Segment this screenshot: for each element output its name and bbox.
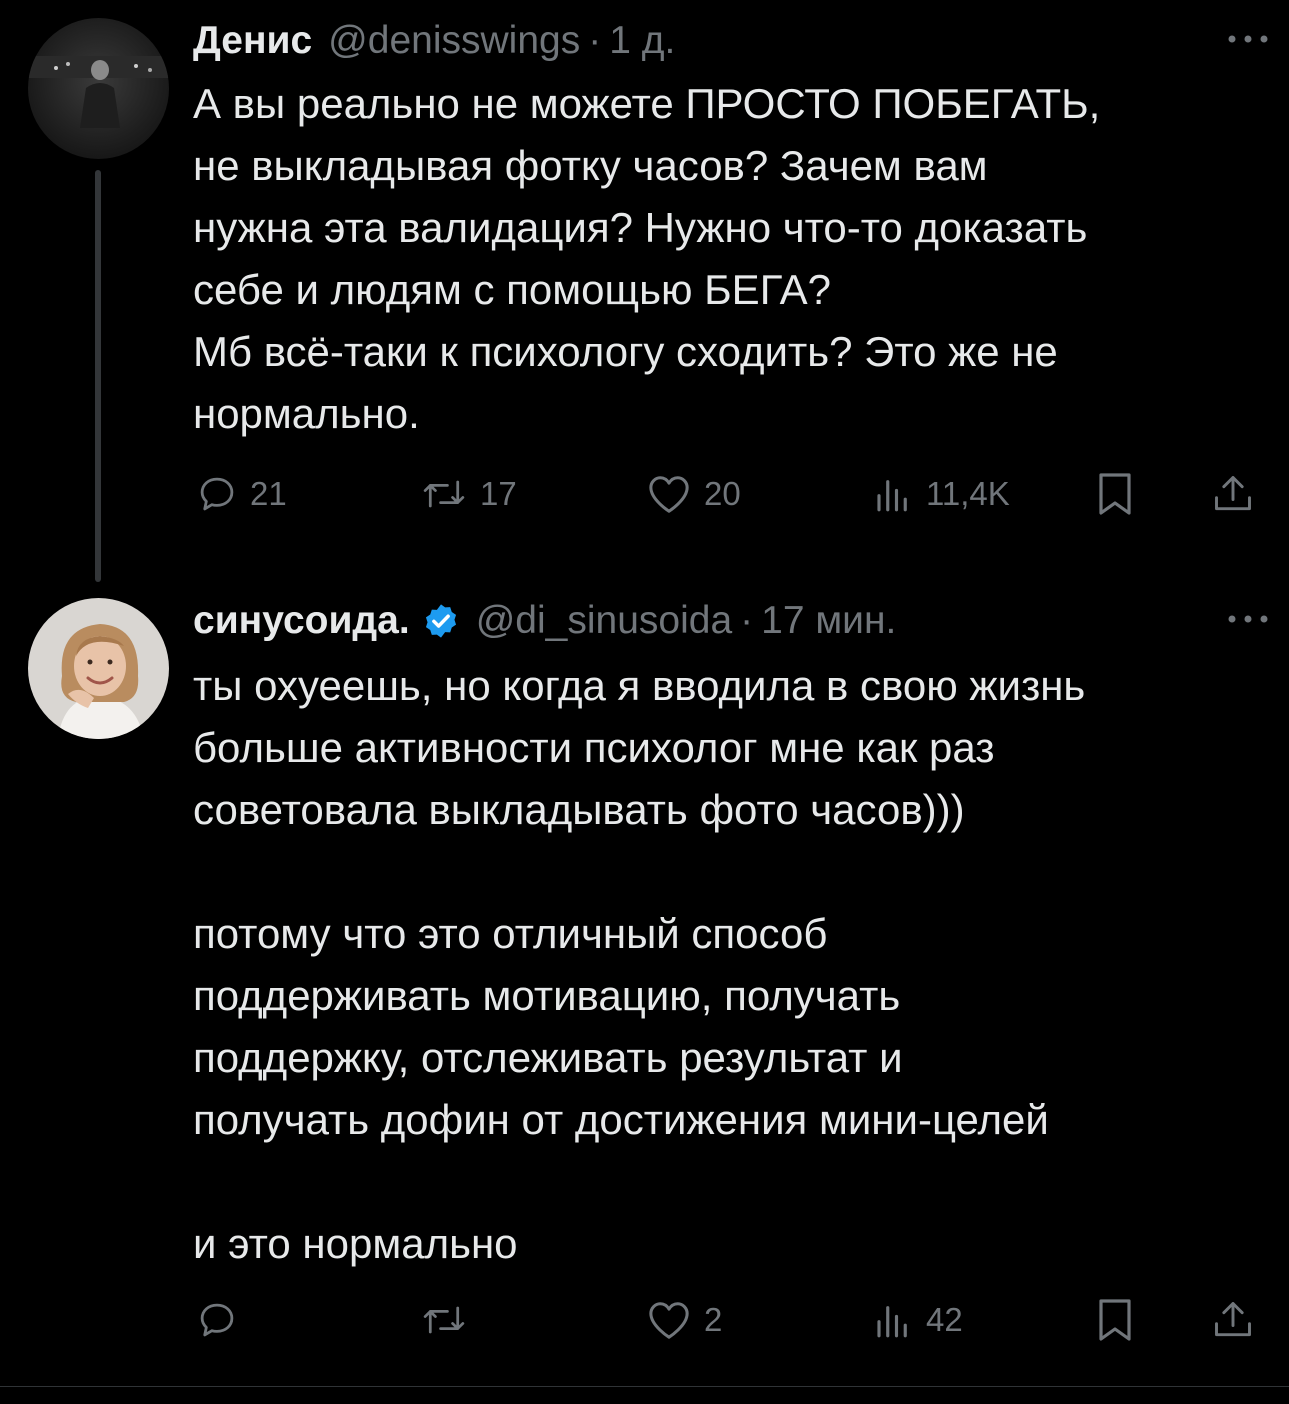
action-bar: 21 17 20 11,4K (196, 467, 1261, 521)
separator: · (740, 599, 754, 642)
views-count: 11,4K (926, 475, 1010, 512)
separator: · (588, 19, 602, 62)
share-button[interactable] (1211, 467, 1255, 521)
repost-button[interactable] (420, 1293, 480, 1347)
like-icon (649, 1302, 689, 1339)
tweet-header: синусоида. @di_sinusoida · 17 мин. (193, 596, 896, 646)
views-button[interactable]: 42 (872, 1293, 963, 1347)
repost-count: 17 (480, 475, 517, 512)
more-icon[interactable] (1225, 609, 1271, 629)
timestamp[interactable]: 17 мин. (761, 596, 896, 646)
avatar-denis[interactable] (28, 18, 169, 159)
tweet-reply[interactable]: синусоида. @di_sinusoida · 17 мин. ты ох… (0, 590, 1289, 1386)
reply-button[interactable]: 21 (196, 467, 287, 521)
reply-icon (200, 477, 234, 511)
action-bar: 2 42 (196, 1293, 1261, 1347)
reply-button[interactable] (196, 1293, 250, 1347)
tweet-text: ты охуеешь, но когда я вводила в свою жи… (193, 662, 1086, 1267)
handle[interactable]: @di_sinusoida (476, 596, 732, 646)
like-button[interactable]: 20 (646, 467, 741, 521)
bookmark-button[interactable] (1094, 1293, 1136, 1347)
like-count: 20 (704, 475, 741, 512)
like-icon (649, 476, 689, 513)
like-button[interactable]: 2 (646, 1293, 722, 1347)
share-button[interactable] (1211, 1293, 1255, 1347)
tweet-parent[interactable]: Денис @denisswings · 1 д. А вы реально н… (0, 0, 1289, 590)
views-button[interactable]: 11,4K (872, 467, 1010, 521)
divider (0, 1386, 1289, 1387)
like-count: 2 (704, 1301, 723, 1338)
reply-icon (200, 1303, 234, 1337)
timestamp[interactable]: 1 д. (609, 16, 675, 66)
thread-line (95, 170, 101, 582)
share-icon (1215, 1302, 1251, 1337)
views-count: 42 (926, 1301, 963, 1338)
views-icon (877, 480, 907, 512)
reply-count: 21 (250, 475, 287, 512)
verified-icon (425, 604, 456, 638)
display-name[interactable]: синусоида. (193, 596, 410, 646)
share-icon (1215, 476, 1251, 511)
display-name[interactable]: Денис (193, 16, 312, 66)
tweet-header: Денис @denisswings · 1 д. (193, 16, 675, 66)
avatar-sinusoida[interactable] (28, 598, 169, 739)
bookmark-icon (1099, 473, 1131, 515)
more-icon[interactable] (1225, 29, 1271, 49)
repost-icon (423, 1306, 465, 1334)
handle[interactable]: @denisswings (328, 16, 580, 66)
views-icon (877, 1306, 907, 1338)
repost-icon (423, 480, 465, 508)
tweet-text: А вы реально не можете ПРОСТО ПОБЕГАТЬ, … (193, 80, 1101, 437)
bookmark-icon (1099, 1299, 1131, 1341)
bookmark-button[interactable] (1094, 467, 1136, 521)
repost-button[interactable]: 17 (420, 467, 517, 521)
